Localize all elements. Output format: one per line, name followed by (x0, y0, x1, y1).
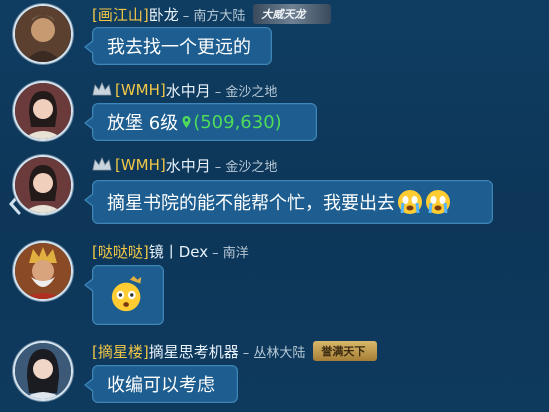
alliance-tag[interactable]: [WMH] (115, 81, 166, 99)
alliance-tag[interactable]: [画江山] (92, 4, 149, 25)
title-badge: 大威天龙 (253, 4, 332, 24)
player-name[interactable]: 水中月 (166, 155, 211, 176)
message-bubble[interactable]: 收编可以考虑 (84, 365, 238, 403)
message-header: [哒哒哒] 镜丨Dex – 南洋 (92, 240, 249, 262)
message-text: 摘星书院的能不能帮个忙，我要出去 (107, 193, 395, 214)
chat-message: [画江山] 卧龙 – 南方大陆 大威天龙 我去找一个更远的 (0, 0, 549, 80)
title-badge: 誉满天下 (313, 341, 378, 361)
player-name[interactable]: 镜丨Dex (149, 241, 208, 262)
chat-message: [摘星楼] 摘星思考机器 – 丛林大陆 誉满天下 收编可以考虑 (0, 336, 549, 412)
alliance-tag[interactable]: [WMH] (115, 156, 166, 174)
player-name[interactable]: 摘星思考机器 (149, 341, 239, 362)
message-text: 收编可以考虑 (107, 375, 215, 396)
player-name[interactable]: 水中月 (166, 80, 211, 101)
avatar[interactable] (13, 241, 73, 301)
avatar[interactable] (13, 155, 73, 215)
alliance-tag[interactable]: [哒哒哒] (92, 241, 149, 262)
region-label: – 金沙之地 (214, 159, 278, 175)
region-label: – 金沙之地 (214, 84, 278, 100)
chat-message: [哒哒哒] 镜丨Dex – 南洋 (0, 236, 549, 336)
message-bubble[interactable]: 摘星书院的能不能帮个忙，我要出去 (84, 180, 493, 224)
crown-icon (92, 82, 112, 96)
avatar[interactable] (13, 341, 73, 401)
message-bubble[interactable] (84, 265, 164, 325)
avatar[interactable] (13, 4, 73, 64)
message-text: 放堡 6级 (107, 113, 179, 134)
avatar[interactable] (13, 81, 73, 141)
location-pin-icon (182, 116, 191, 128)
message-header: [摘星楼] 摘星思考机器 – 丛林大陆 誉满天下 (92, 340, 378, 362)
message-text: 我去找一个更远的 (107, 37, 251, 58)
player-name[interactable]: 卧龙 (149, 4, 179, 25)
chat-message: [WMH] 水中月 – 金沙之地 摘星书院的能不能帮个忙，我要出去 (0, 150, 549, 234)
message-header: [画江山] 卧龙 – 南方大陆 大威天龙 (92, 3, 332, 25)
coordinates-link[interactable]: (509,630) (193, 112, 281, 133)
crown-icon (92, 157, 112, 171)
region-label: – 南方大陆 (182, 8, 246, 24)
message-bubble[interactable]: 放堡 6级 (509,630) (84, 103, 317, 141)
message-header: [WMH] 水中月 – 金沙之地 (92, 79, 277, 101)
region-label: – 丛林大陆 (242, 345, 306, 361)
alliance-tag[interactable]: [摘星楼] (92, 341, 149, 362)
crying-emoji-icon (398, 190, 422, 214)
crying-emoji-icon (426, 190, 450, 214)
region-label: – 南洋 (212, 245, 249, 261)
chat-message: [WMH] 水中月 – 金沙之地 放堡 6级 (509,630) (0, 78, 549, 150)
message-bubble[interactable]: 我去找一个更远的 (84, 27, 272, 65)
message-header: [WMH] 水中月 – 金沙之地 (92, 154, 277, 176)
shocked-emoji-icon (111, 276, 142, 312)
